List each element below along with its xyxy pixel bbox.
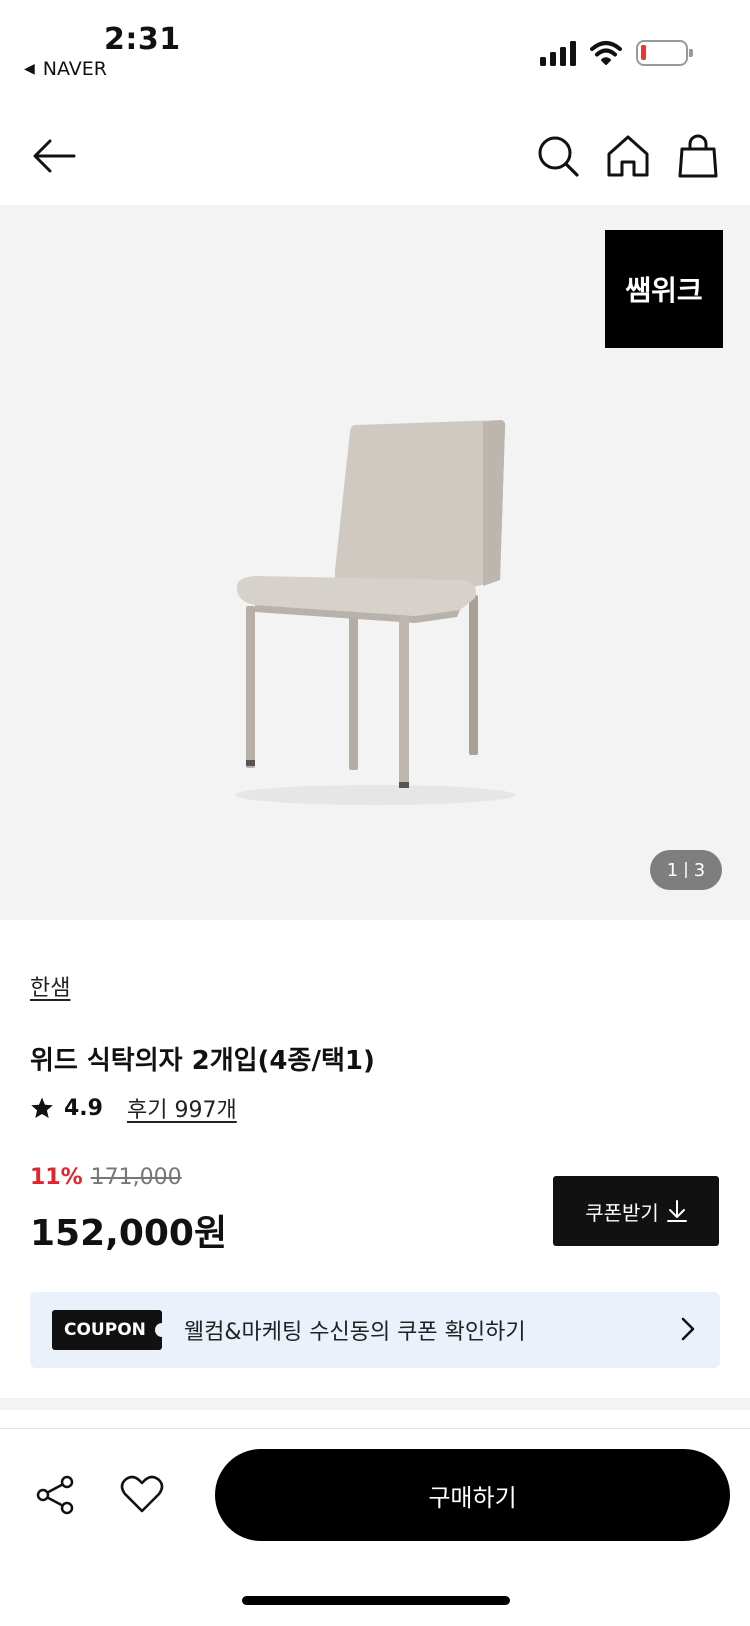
discount-rate: 11% [30, 1165, 83, 1190]
promo-badge: 쌤위크 [605, 230, 723, 348]
back-arrow-icon[interactable] [30, 132, 78, 180]
counter-separator [685, 862, 687, 878]
bottom-action-bar: 구매하기 [0, 1428, 750, 1568]
status-icons [540, 40, 693, 66]
rating-value: 4.9 [64, 1095, 103, 1121]
buy-button[interactable]: 구매하기 [215, 1449, 730, 1541]
original-price: 171,000 [90, 1165, 182, 1190]
review-count-link[interactable]: 후기 997개 [127, 1092, 237, 1124]
shopping-bag-icon[interactable] [674, 132, 722, 180]
image-counter: 1 3 [650, 850, 722, 890]
search-icon[interactable] [534, 132, 582, 180]
back-app-label: NAVER [42, 58, 107, 80]
discount-row: 11% 171,000 [30, 1165, 227, 1190]
brand-link[interactable]: 한샘 [30, 970, 70, 1002]
home-icon[interactable] [604, 132, 652, 180]
status-time: 2:31 [104, 22, 181, 57]
coupon-banner-text: 웰컴&마케팅 수신동의 쿠폰 확인하기 [183, 1320, 526, 1345]
heart-icon [120, 1475, 164, 1513]
sale-price: 152,000원 [30, 1213, 228, 1254]
cellular-signal-icon [540, 40, 576, 66]
product-title: 위드 식탁의자 2개입(4종/택1) [30, 1046, 375, 1076]
back-triangle-icon: ◀ [24, 61, 35, 77]
share-button[interactable] [32, 1471, 80, 1519]
image-counter-total: 3 [693, 859, 706, 881]
chevron-right-icon [681, 1317, 695, 1341]
wishlist-button[interactable] [117, 1469, 167, 1519]
back-to-app-link[interactable]: ◀ NAVER [24, 58, 107, 80]
coupon-tag: COUPON [52, 1310, 169, 1350]
star-icon [31, 1097, 53, 1118]
product-image-chair [235, 420, 515, 805]
price-block: 11% 171,000 152,000원 [30, 1165, 227, 1256]
download-icon [666, 1200, 687, 1222]
coupon-banner[interactable]: COUPON 웰컴&마케팅 수신동의 쿠폰 확인하기 [30, 1292, 720, 1368]
wifi-icon [590, 41, 622, 65]
home-indicator [242, 1596, 510, 1605]
battery-icon [636, 40, 693, 66]
image-counter-current: 1 [666, 859, 679, 881]
status-bar: 2:31 ◀ NAVER [0, 0, 750, 95]
rating-row: 4.9 후기 997개 [30, 1092, 237, 1124]
share-icon [36, 1475, 74, 1515]
app-header [0, 118, 750, 198]
get-coupon-label: 쿠폰받기 [585, 1200, 659, 1225]
product-page: 2:31 ◀ NAVER 쌤위크 1 3 한샘 위드 식탁의자 2개입(4종/택… [0, 0, 750, 1626]
get-coupon-button[interactable]: 쿠폰받기 [553, 1176, 719, 1246]
product-image-gallery[interactable]: 쌤위크 1 3 [0, 205, 750, 920]
section-divider [0, 1398, 750, 1410]
